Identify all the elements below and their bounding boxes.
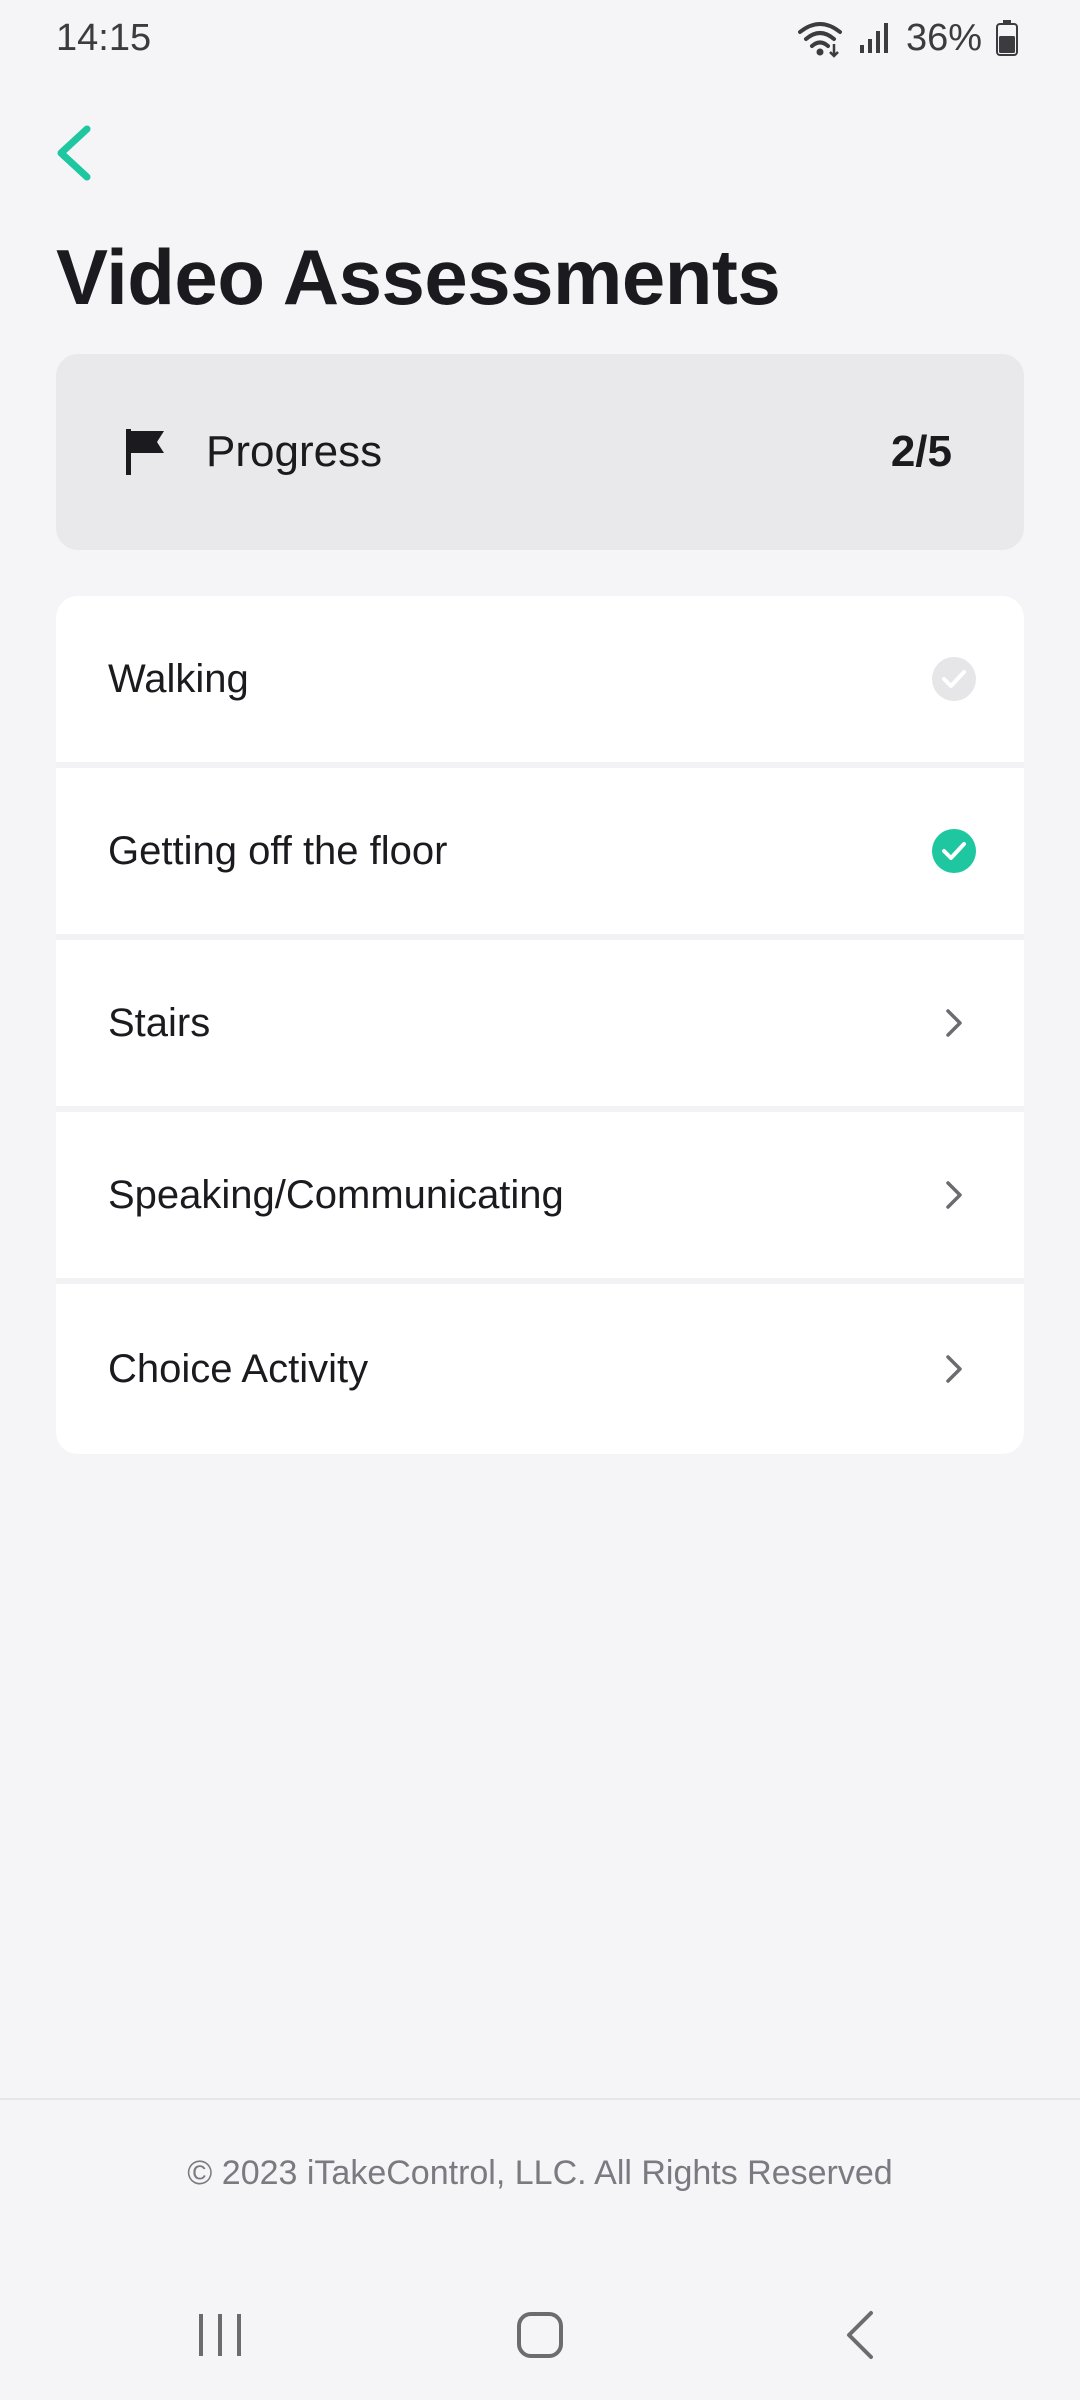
list-item-choice-activity[interactable]: Choice Activity (56, 1284, 1024, 1454)
chevron-left-icon (57, 125, 91, 181)
system-back-button[interactable] (800, 2290, 920, 2380)
list-item-stairs[interactable]: Stairs (56, 940, 1024, 1112)
recent-apps-icon (199, 2314, 241, 2356)
screen: 14:15 36% Video Assessments Progress 2/5… (0, 0, 1080, 2400)
list-item-label: Speaking/Communicating (108, 1172, 564, 1217)
list-item-label: Stairs (108, 1000, 211, 1045)
list-item-label: Walking (108, 656, 249, 701)
footer-divider (0, 2098, 1080, 2100)
wifi-icon (796, 18, 844, 58)
battery-percent: 36% (905, 16, 982, 59)
progress-label: Progress (206, 427, 383, 476)
list-item-label: Getting off the floor (108, 828, 448, 873)
page-title: Video Assessments (56, 233, 781, 321)
progress-card: Progress 2/5 (56, 354, 1024, 550)
list-item-label: Choice Activity (108, 1346, 369, 1391)
home-button[interactable] (480, 2290, 600, 2380)
list-item-walking[interactable]: Walking (56, 596, 1024, 768)
check-circle-green-icon (930, 827, 978, 875)
check-circle-gray-icon (930, 655, 978, 703)
progress-count: 2/5 (890, 427, 952, 476)
recent-apps-button[interactable] (160, 2290, 280, 2380)
flag-icon (124, 422, 184, 482)
chevron-right-icon (930, 1171, 978, 1219)
signal-icon (858, 21, 892, 55)
home-icon (517, 2312, 563, 2358)
status-time: 14:15 (56, 16, 152, 59)
battery-icon (996, 20, 1018, 56)
back-icon (847, 2311, 873, 2359)
chevron-right-icon (930, 1345, 978, 1393)
status-bar: 14:15 36% (0, 0, 1080, 76)
footer-copyright: © 2023 iTakeControl, LLC. All Rights Res… (187, 2154, 893, 2192)
list-item-speaking-communicating[interactable]: Speaking/Communicating (56, 1112, 1024, 1284)
chevron-right-icon (930, 999, 978, 1047)
assessment-list: Walking Getting off the floor Stairs Spe… (56, 596, 1024, 1454)
status-right: 36% (796, 17, 1018, 60)
system-nav-bar (0, 2290, 1080, 2380)
back-button[interactable] (28, 108, 118, 198)
list-item-getting-off-the-floor[interactable]: Getting off the floor (56, 768, 1024, 940)
